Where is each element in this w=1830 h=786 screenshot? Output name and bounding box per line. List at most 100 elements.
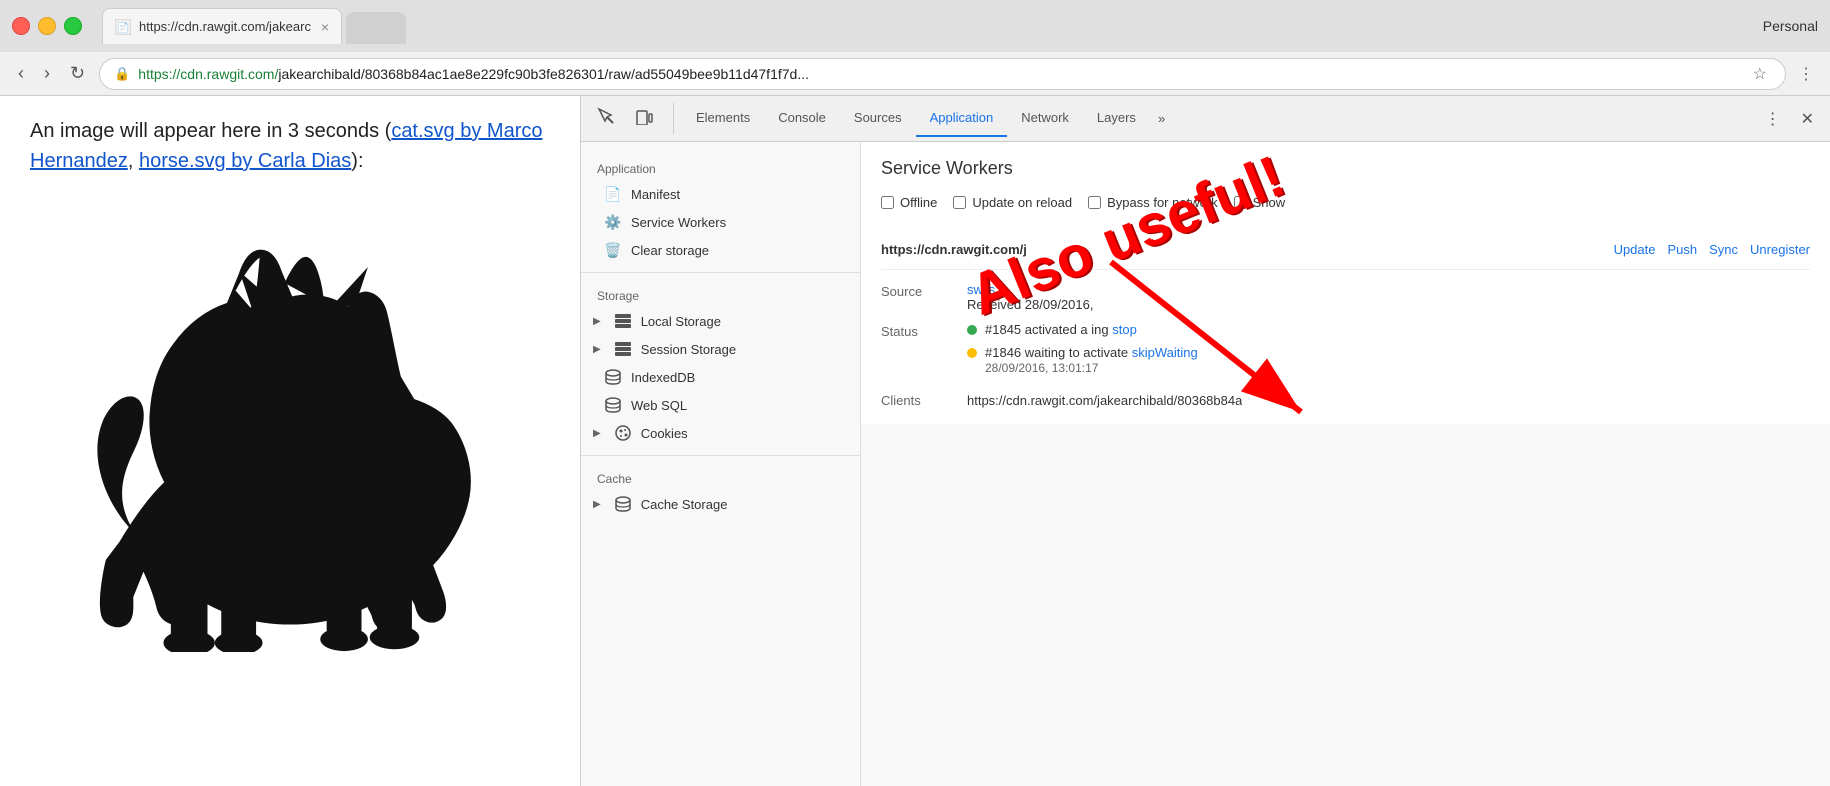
devtools-close-button[interactable]: ✕ xyxy=(1793,105,1822,133)
session-storage-arrow: ▶ xyxy=(593,344,601,355)
cache-storage-arrow: ▶ xyxy=(593,499,601,510)
profile-label: Personal xyxy=(1763,18,1818,34)
comma: , xyxy=(128,150,139,172)
sw-sync-link[interactable]: Sync xyxy=(1709,242,1738,257)
intro-text: An image will appear here in 3 seconds ( xyxy=(30,120,391,142)
manifest-icon: 📄 xyxy=(605,186,621,202)
status-dot-yellow xyxy=(967,348,977,358)
title-bar: 📄 https://cdn.rawgit.com/jakearc × Perso… xyxy=(0,0,1830,52)
tab-close-button[interactable]: × xyxy=(321,19,329,35)
devtools-body: Application 📄 Manifest ⚙️ Service Worker… xyxy=(581,142,1830,786)
devtools-menu-button[interactable]: ⋮ xyxy=(1757,105,1789,133)
devtools-panel-wrapper: Service Workers Offline Update on reload xyxy=(861,142,1830,786)
tab-bar: 📄 https://cdn.rawgit.com/jakearc × xyxy=(102,8,1755,44)
bypass-network-checkbox[interactable]: Bypass for network xyxy=(1088,195,1218,210)
reload-button[interactable]: ↻ xyxy=(64,59,91,88)
clients-label: Clients xyxy=(881,393,951,408)
bookmark-icon[interactable]: ☆ xyxy=(1749,60,1771,88)
active-tab[interactable]: 📄 https://cdn.rawgit.com/jakearc × xyxy=(102,8,342,44)
sidebar-clear-storage-label: Clear storage xyxy=(631,243,709,258)
sw-source-row: Source sw.js Received 28/09/2016, xyxy=(881,282,1810,312)
sidebar-item-cookies[interactable]: ▶ Cookies xyxy=(581,419,860,447)
bypass-network-label: Bypass for network xyxy=(1107,195,1218,210)
tab-more[interactable]: » xyxy=(1150,101,1173,136)
sidebar-cookies-label: Cookies xyxy=(641,426,688,441)
inspect-element-button[interactable] xyxy=(589,103,623,134)
tab-elements[interactable]: Elements xyxy=(682,100,764,137)
update-on-reload-label: Update on reload xyxy=(972,195,1072,210)
sidebar-item-service-workers[interactable]: ⚙️ Service Workers xyxy=(581,208,860,236)
page-content: An image will appear here in 3 seconds (… xyxy=(0,96,580,786)
url-green-part: https://cdn.rawgit.com/ xyxy=(138,66,278,82)
cat-svg xyxy=(30,212,550,652)
local-storage-icon xyxy=(615,313,631,329)
main-area: An image will appear here in 3 seconds (… xyxy=(0,96,1830,786)
sw-stop-link[interactable]: stop xyxy=(1112,322,1137,337)
minimize-button[interactable] xyxy=(38,17,56,35)
sidebar-item-web-sql[interactable]: Web SQL xyxy=(581,391,860,419)
browser-chrome: 📄 https://cdn.rawgit.com/jakearc × Perso… xyxy=(0,0,1830,786)
chrome-menu-icon[interactable]: ⋮ xyxy=(1794,60,1818,88)
address-bar: ‹ › ↻ 🔒 https://cdn.rawgit.com/jakearchi… xyxy=(0,52,1830,96)
sw-options: Offline Update on reload Bypass for netw… xyxy=(881,195,1810,210)
sidebar-item-indexeddb[interactable]: IndexedDB xyxy=(581,363,860,391)
intro-end: ): xyxy=(351,150,363,172)
clients-row: Clients https://cdn.rawgit.com/jakearchi… xyxy=(881,393,1810,408)
sidebar-section-application: Application xyxy=(581,154,860,180)
sw-url-text: https://cdn.rawgit.com/j xyxy=(881,242,1027,257)
status-text-1: #1845 activated a xyxy=(985,322,1088,337)
show-checkbox[interactable]: Show xyxy=(1234,195,1286,210)
sidebar-item-clear-storage[interactable]: 🗑️ Clear storage xyxy=(581,236,860,264)
update-on-reload-checkbox[interactable]: Update on reload xyxy=(953,195,1072,210)
page-intro: An image will appear here in 3 seconds (… xyxy=(30,116,550,176)
web-sql-icon xyxy=(605,397,621,413)
sidebar-section-cache: Cache xyxy=(581,464,860,490)
update-on-reload-input[interactable] xyxy=(953,196,966,209)
show-input[interactable] xyxy=(1234,196,1247,209)
offline-checkbox-input[interactable] xyxy=(881,196,894,209)
sidebar-web-sql-label: Web SQL xyxy=(631,398,687,413)
url-rest: jakearchibald/80368b84ac1ae8e229fc90b3fe… xyxy=(278,66,809,82)
show-label: Show xyxy=(1253,195,1286,210)
tab-sources[interactable]: Sources xyxy=(840,100,916,137)
url-bar[interactable]: 🔒 https://cdn.rawgit.com/jakearchibald/8… xyxy=(99,58,1786,90)
sw-push-link[interactable]: Push xyxy=(1667,242,1697,257)
sw-entry-row: https://cdn.rawgit.com/j Update Push Syn… xyxy=(881,230,1810,270)
tab-application[interactable]: Application xyxy=(916,100,1008,137)
sidebar-item-cache-storage[interactable]: ▶ Cache Storage xyxy=(581,490,860,518)
status-text-2: #1846 waiting to activate xyxy=(985,345,1132,360)
maximize-button[interactable] xyxy=(64,17,82,35)
close-button[interactable] xyxy=(12,17,30,35)
devtools-actions: ⋮ ✕ xyxy=(1757,105,1822,133)
svg-text:📄: 📄 xyxy=(117,21,129,34)
sidebar-item-session-storage[interactable]: ▶ Session Storage xyxy=(581,335,860,363)
horse-link[interactable]: horse.svg by Carla Dias xyxy=(139,150,351,172)
received-text: Received 28/09/2016, xyxy=(967,297,1093,312)
clear-storage-icon: 🗑️ xyxy=(605,242,621,258)
panel-title: Service Workers xyxy=(881,158,1810,179)
tab-network[interactable]: Network xyxy=(1007,100,1083,137)
sidebar-cache-storage-label: Cache Storage xyxy=(641,497,728,512)
bypass-network-input[interactable] xyxy=(1088,196,1101,209)
source-label: Source xyxy=(881,282,951,299)
offline-label: Offline xyxy=(900,195,937,210)
sw-js-link[interactable]: sw.js xyxy=(967,282,995,297)
tab-layers[interactable]: Layers xyxy=(1083,100,1150,137)
sw-unregister-link[interactable]: Unregister xyxy=(1750,242,1810,257)
forward-button[interactable]: › xyxy=(38,59,56,88)
sw-status-row: Status #1845 activated a ing stop xyxy=(881,322,1810,383)
offline-checkbox[interactable]: Offline xyxy=(881,195,937,210)
sidebar-section-storage: Storage xyxy=(581,281,860,307)
tab-console[interactable]: Console xyxy=(764,100,840,137)
sidebar-item-manifest[interactable]: 📄 Manifest xyxy=(581,180,860,208)
sw-update-link[interactable]: Update xyxy=(1614,242,1656,257)
sw-url: https://cdn.rawgit.com/j xyxy=(881,242,1602,257)
tab-favicon: 📄 xyxy=(115,19,131,35)
sidebar-item-local-storage[interactable]: ▶ Local Storage xyxy=(581,307,860,335)
sw-skipwaiting-link[interactable]: skipWaiting xyxy=(1132,345,1198,360)
back-button[interactable]: ‹ xyxy=(12,59,30,88)
device-toolbar-button[interactable] xyxy=(627,103,661,134)
sidebar-divider-1 xyxy=(581,272,860,273)
service-workers-icon: ⚙️ xyxy=(605,214,621,230)
tab-title: https://cdn.rawgit.com/jakearc xyxy=(139,19,313,34)
